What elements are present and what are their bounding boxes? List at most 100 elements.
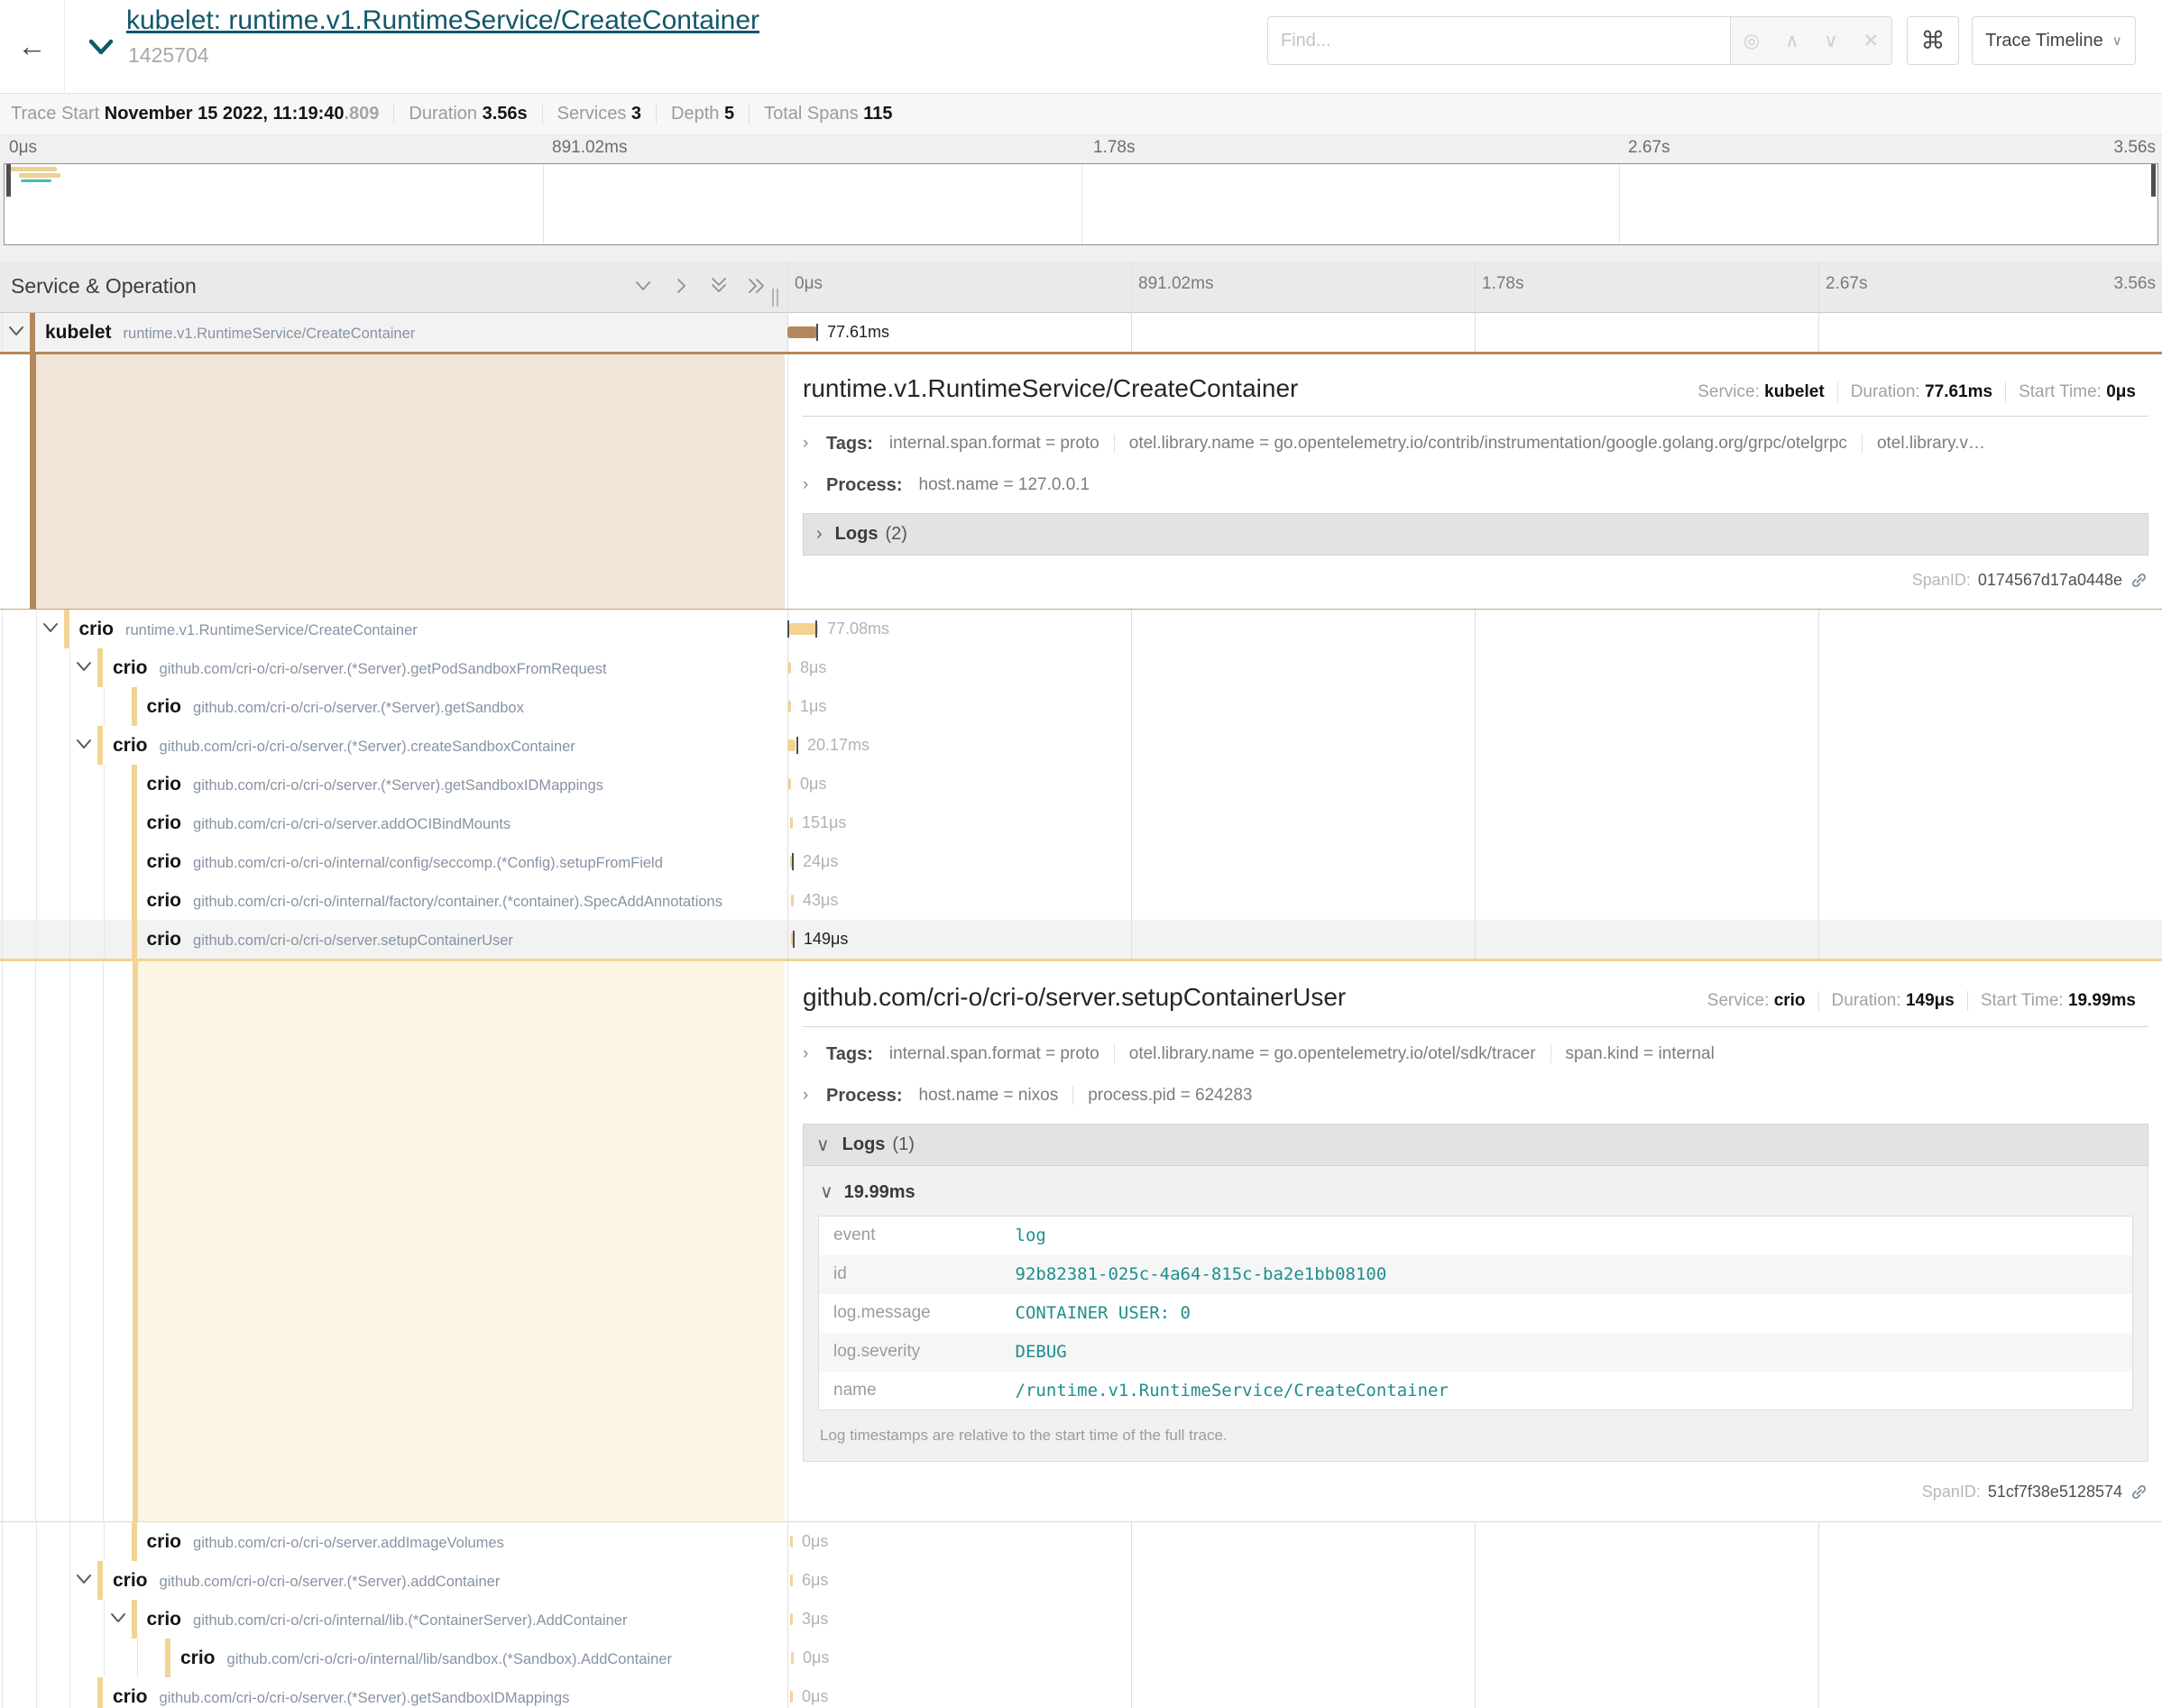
span-detail-title: github.com/cri-o/cri-o/server.setupConta… <box>803 983 1695 1012</box>
span-name-cell[interactable]: criogithub.com/cri-o/cri-o/server.addIma… <box>0 1522 787 1561</box>
span-expander-icon[interactable] <box>75 660 93 675</box>
span-bar-cell[interactable]: 77.61ms <box>787 313 2162 352</box>
span-expander-icon[interactable] <box>41 621 60 636</box>
span-name-cell[interactable]: criogithub.com/cri-o/cri-o/server.(*Serv… <box>0 687 787 726</box>
span-duration-bar[interactable] <box>790 817 793 829</box>
span-expander-icon[interactable] <box>7 325 25 339</box>
focus-match-icon[interactable]: ◎ <box>1743 30 1760 52</box>
tag-item: host.name = nixos <box>919 1086 1073 1105</box>
span-bar-cell[interactable]: 0μs <box>787 1677 2162 1708</box>
expand-one-icon[interactable] <box>669 274 693 298</box>
minimap-divider <box>543 164 544 244</box>
log-entry-toggle[interactable]: ∨19.99ms <box>820 1180 2133 1203</box>
logs-accordion[interactable]: › Logs (2) <box>803 513 2148 556</box>
keyboard-shortcuts-button[interactable]: ⌘ <box>1907 16 1959 65</box>
trace-header-collapse-button[interactable] <box>83 32 119 63</box>
span-bar-cell[interactable]: 0μs <box>787 1522 2162 1561</box>
span-duration-bar[interactable] <box>788 662 791 674</box>
indent-guide <box>104 842 105 881</box>
link-icon[interactable] <box>2130 1483 2148 1501</box>
span-duration-bar[interactable] <box>791 1652 794 1664</box>
tags-row[interactable]: › Tags: internal.span.format = protootel… <box>803 430 2148 457</box>
find-input[interactable] <box>1267 16 1730 65</box>
span-bar-cell[interactable]: 77.08ms <box>787 610 2162 648</box>
span-name-cell[interactable]: criogithub.com/cri-o/cri-o/server.addOCI… <box>0 803 787 842</box>
back-arrow-icon: ← <box>18 30 47 63</box>
span-duration-bar[interactable] <box>788 701 791 712</box>
span-detail-kubelet: runtime.v1.RuntimeService/CreateContaine… <box>0 352 2162 610</box>
logs-accordion[interactable]: ∨ Logs (1) <box>803 1124 2148 1166</box>
span-name-cell[interactable]: criogithub.com/cri-o/cri-o/server.(*Serv… <box>0 726 787 765</box>
span-duration-bar[interactable] <box>788 623 818 635</box>
span-duration-bar[interactable] <box>788 778 791 790</box>
indent-guide <box>69 1561 70 1600</box>
process-row[interactable]: › Process: host.name = 127.0.0.1 <box>803 472 2148 499</box>
trace-view-selector[interactable]: Trace Timeline ∨ <box>1972 16 2136 65</box>
span-duration-bar[interactable] <box>790 1575 793 1586</box>
span-duration-bar[interactable] <box>787 739 796 751</box>
span-bar-cell[interactable]: 149μs <box>787 920 2162 959</box>
service-name: criogithub.com/cri-o/cri-o/server.(*Serv… <box>147 687 524 726</box>
span-bar-cell[interactable]: 3μs <box>787 1600 2162 1639</box>
span-duration-bar[interactable] <box>791 895 794 906</box>
span-expander-icon[interactable] <box>75 1573 93 1587</box>
span-duration-bar[interactable] <box>790 1536 793 1547</box>
span-bar-cell[interactable]: 8μs <box>787 648 2162 687</box>
span-duration-label: 0μs <box>802 1522 828 1561</box>
span-bar-cell[interactable]: 24μs <box>787 842 2162 881</box>
service-name: criogithub.com/cri-o/cri-o/internal/lib/… <box>180 1639 672 1677</box>
link-icon[interactable] <box>2130 571 2148 590</box>
span-name-cell[interactable]: crioruntime.v1.RuntimeService/CreateCont… <box>0 610 787 648</box>
tags-label: Tags: <box>826 1044 873 1065</box>
indent-guide <box>104 803 105 842</box>
timeline-column-header: Service & Operation 0μs 891.02ms 1.78s 2… <box>0 262 2162 313</box>
span-duration-bar[interactable] <box>790 1613 793 1625</box>
operation-name: github.com/cri-o/cri-o/server.(*Server).… <box>193 777 603 794</box>
span-bar-cell[interactable]: 6μs <box>787 1561 2162 1600</box>
span-name-cell[interactable]: kubeletruntime.v1.RuntimeService/CreateC… <box>0 313 787 352</box>
span-name-cell[interactable]: criogithub.com/cri-o/cri-o/server.(*Serv… <box>0 648 787 687</box>
span-duration-label: 77.61ms <box>827 313 889 352</box>
process-label: Process: <box>826 1086 903 1107</box>
span-bar-cell[interactable]: 1μs <box>787 687 2162 726</box>
span-name-cell[interactable]: criogithub.com/cri-o/cri-o/server.setupC… <box>0 920 787 959</box>
trace-title-link[interactable]: kubelet: runtime.v1.RuntimeService/Creat… <box>126 5 759 36</box>
minimap-right-scrubber[interactable] <box>2151 164 2156 197</box>
collapse-all-icon[interactable] <box>707 274 731 298</box>
service-name: criogithub.com/cri-o/cri-o/server.(*Serv… <box>113 1561 500 1600</box>
span-expander-icon[interactable] <box>75 738 93 752</box>
tag-item: span.kind = internal <box>1550 1044 1729 1063</box>
span-name-cell[interactable]: criogithub.com/cri-o/cri-o/internal/fact… <box>0 881 787 920</box>
tags-row[interactable]: › Tags: internal.span.format = protootel… <box>803 1041 2148 1068</box>
logs-body: ∨19.99ms eventlogid92b82381-025c-4a64-81… <box>803 1166 2148 1462</box>
span-name-cell[interactable]: criogithub.com/cri-o/cri-o/server.(*Serv… <box>0 1677 787 1708</box>
service-color-bar <box>132 687 137 726</box>
span-name-cell[interactable]: criogithub.com/cri-o/cri-o/internal/lib/… <box>0 1639 787 1677</box>
span-duration-bar[interactable] <box>790 1691 793 1703</box>
span-bar-cell[interactable]: 151μs <box>787 803 2162 842</box>
log-marker-tick <box>793 931 795 948</box>
span-bar-cell[interactable]: 0μs <box>787 765 2162 803</box>
column-resizer-grip[interactable] <box>772 289 781 307</box>
clear-find-icon[interactable]: ✕ <box>1863 30 1879 52</box>
span-bar-cell[interactable]: 43μs <box>787 881 2162 920</box>
service-name: criogithub.com/cri-o/cri-o/server.(*Serv… <box>113 1677 569 1708</box>
span-expander-icon[interactable] <box>109 1612 127 1626</box>
next-match-icon[interactable]: ∨ <box>1824 30 1837 52</box>
prev-match-icon[interactable]: ∧ <box>1785 30 1799 52</box>
span-name-cell[interactable]: criogithub.com/cri-o/cri-o/internal/lib.… <box>0 1600 787 1639</box>
span-name-cell[interactable]: criogithub.com/cri-o/cri-o/server.(*Serv… <box>0 1561 787 1600</box>
span-name-cell[interactable]: criogithub.com/cri-o/cri-o/internal/conf… <box>0 842 787 881</box>
collapse-one-icon[interactable] <box>631 274 655 298</box>
minimap-left-scrubber[interactable] <box>6 164 11 197</box>
span-duration-bar[interactable] <box>787 326 817 338</box>
indent-guide <box>2 803 3 842</box>
indent-guide <box>69 920 70 959</box>
span-bar-cell[interactable]: 0μs <box>787 1639 2162 1677</box>
process-row[interactable]: › Process: host.name = nixosprocess.pid … <box>803 1082 2148 1109</box>
back-button[interactable]: ← <box>0 0 65 93</box>
minimap-canvas[interactable] <box>4 163 2158 245</box>
span-bar-cell[interactable]: 20.17ms <box>787 726 2162 765</box>
span-name-cell[interactable]: criogithub.com/cri-o/cri-o/server.(*Serv… <box>0 765 787 803</box>
expand-all-icon[interactable] <box>745 274 768 298</box>
